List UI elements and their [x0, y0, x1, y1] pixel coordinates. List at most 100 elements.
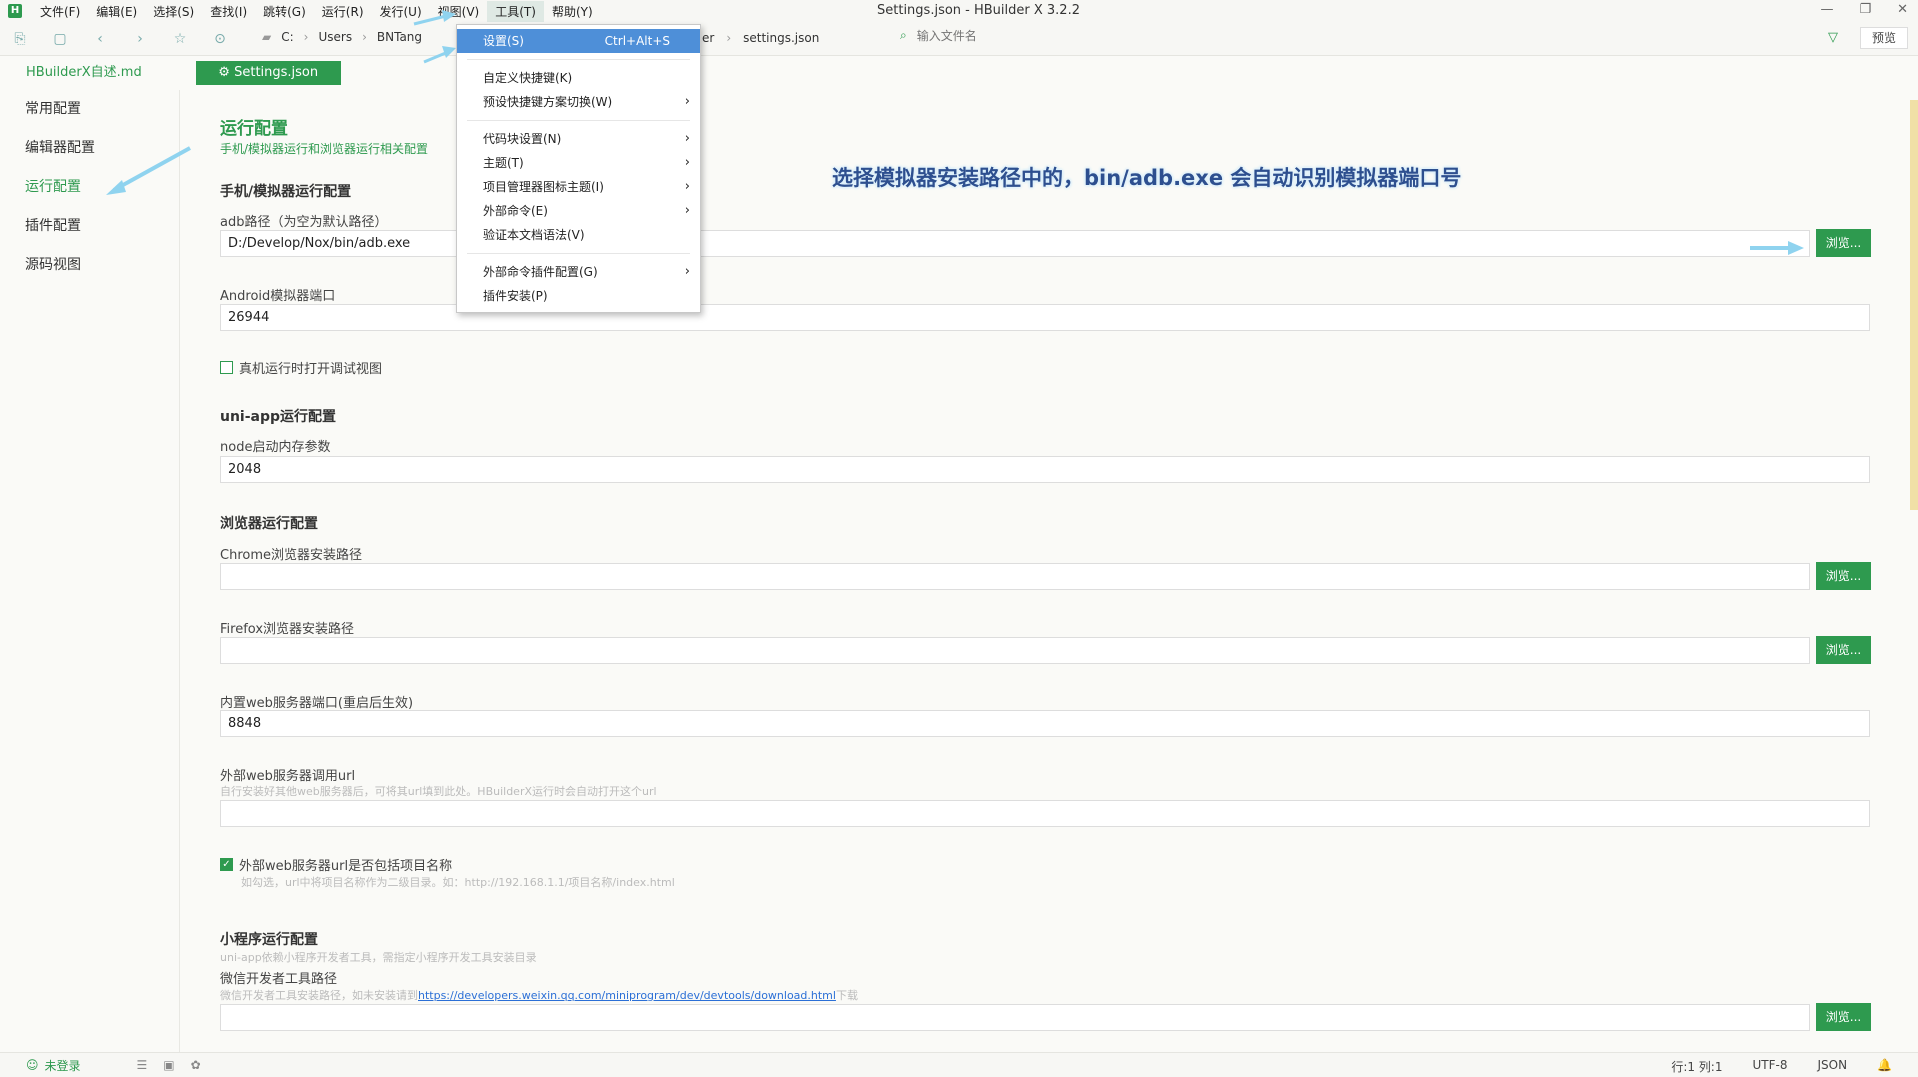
chevron-right-icon: › — [303, 30, 309, 44]
menu-item-snippets[interactable]: 代码块设置(N) › — [457, 127, 700, 151]
menu-item-label: 预设快捷键方案切换(W) — [483, 95, 613, 109]
menu-item-icon-theme[interactable]: 项目管理器图标主题(I) › — [457, 175, 700, 199]
section-browser: 浏览器运行配置 — [220, 516, 318, 532]
chevron-right-icon: › — [684, 179, 690, 194]
menu-item-install-plugins[interactable]: 插件安装(P) — [457, 284, 700, 308]
gear-icon: ⚙ — [218, 65, 235, 80]
window-controls: — ❐ ✕ — [1820, 2, 1908, 17]
firefox-path-input[interactable] — [220, 637, 1810, 664]
list-icon[interactable]: ☰ — [137, 1058, 148, 1072]
wechat-download-link[interactable]: https://developers.weixin.qq.com/minipro… — [418, 989, 836, 1002]
menu-item-external-commands[interactable]: 外部命令(E) › — [457, 199, 700, 223]
breadcrumb-tail: er › settings.json — [702, 31, 819, 45]
file-search-input[interactable] — [916, 28, 1217, 43]
forward-icon[interactable]: › — [130, 29, 150, 49]
preview-button[interactable]: 预览 — [1860, 27, 1908, 49]
breadcrumb-item[interactable]: Users — [318, 30, 352, 44]
menu-separator — [467, 253, 690, 254]
node-mem-input[interactable]: 2048 — [220, 456, 1870, 483]
menu-item-label: 自定义快捷键(K) — [483, 71, 573, 85]
android-port-label: Android模拟器端口 — [220, 289, 336, 304]
filter-icon[interactable]: ▽ — [1828, 30, 1838, 45]
close-icon[interactable]: ✕ — [1897, 2, 1908, 17]
wechat-path-label: 微信开发者工具路径 — [220, 972, 338, 987]
menu-item-label: 插件安装(P) — [483, 289, 548, 303]
menu-run[interactable]: 运行(R) — [314, 1, 372, 22]
terminal-icon[interactable]: ▣ — [163, 1058, 174, 1072]
menu-file[interactable]: 文件(F) — [32, 1, 88, 22]
debug-view-checkbox[interactable] — [220, 361, 233, 374]
menu-arrow-icon — [413, 10, 456, 26]
minimize-icon[interactable]: — — [1820, 2, 1833, 17]
ext-url-input[interactable] — [220, 800, 1870, 827]
star-icon[interactable]: ☆ — [170, 29, 190, 49]
language-mode[interactable]: JSON — [1817, 1058, 1847, 1075]
menu-item-settings[interactable]: 设置(S) Ctrl+Alt+S — [457, 29, 700, 53]
window-title: Settings.json - HBuilder X 3.2.2 — [877, 3, 1080, 18]
hbuilder-logo-icon: H — [8, 4, 22, 18]
sidebar-item-source-view[interactable]: 源码视图 — [0, 246, 179, 285]
new-file-icon[interactable]: ⎘ — [10, 29, 30, 49]
chevron-right-icon: › — [362, 30, 367, 44]
breadcrumb-item[interactable]: er — [702, 31, 714, 45]
menu-item-ext-command-plugins[interactable]: 外部命令插件配置(G) › — [457, 260, 700, 284]
adb-browse-button[interactable]: 浏览... — [1816, 229, 1871, 257]
editor-tabs: HBuilderX自述.md ⚙ Settings.json — [0, 56, 341, 90]
save-icon[interactable]: ▢ — [50, 29, 70, 49]
menu-item-validate-syntax[interactable]: 验证本文档语法(V) — [457, 223, 700, 247]
breadcrumb-item[interactable]: settings.json — [743, 31, 819, 45]
back-icon[interactable]: ‹ — [90, 29, 110, 49]
menu-bar: H 文件(F) 编辑(E) 选择(S) 查找(I) 跳转(G) 运行(R) 发行… — [0, 0, 1918, 22]
run-icon[interactable]: ⊙ — [210, 29, 230, 49]
menu-item-label: 外部命令插件配置(G) — [483, 265, 598, 279]
tab-settings[interactable]: ⚙ Settings.json — [195, 61, 341, 85]
ext-url-include-label: 外部web服务器url是否包括项目名称 — [239, 859, 453, 874]
menu-item-theme[interactable]: 主题(T) › — [457, 151, 700, 175]
cursor-position[interactable]: 行:1 列:1 — [1671, 1058, 1722, 1075]
firefox-browse-button[interactable]: 浏览... — [1816, 636, 1871, 664]
ext-url-include-hint: 如勾选，url中将项目名称作为二级目录。如：http://192.168.1.1… — [241, 876, 675, 889]
web-port-input[interactable]: 8848 — [220, 710, 1870, 737]
plugin-icon[interactable]: ✿ — [191, 1058, 201, 1072]
ext-url-hint: 自行安装好其他web服务器后，可将其url填到此处。HBuilderX运行时会自… — [220, 785, 657, 798]
ext-url-include-checkbox[interactable]: ✓ — [220, 858, 233, 871]
chevron-right-icon: › — [684, 94, 690, 109]
wechat-browse-button[interactable]: 浏览... — [1816, 1003, 1871, 1031]
annotation-text: 选择模拟器安装路径中的，bin/adb.exe 会自动识别模拟器端口号 — [832, 166, 1462, 190]
status-bar: ☺ 未登录 ☰ ▣ ✿ 行:1 列:1 UTF-8 JSON 🔔 — [0, 1052, 1918, 1077]
sidebar-item-plugins[interactable]: 插件配置 — [0, 207, 179, 246]
tab-readme[interactable]: HBuilderX自述.md — [6, 61, 162, 85]
login-label: 未登录 — [44, 1058, 81, 1073]
shortcut-label: Ctrl+Alt+S — [604, 34, 670, 48]
chrome-path-label: Chrome浏览器安装路径 — [220, 548, 362, 563]
login-status[interactable]: ☺ 未登录 — [26, 1057, 81, 1074]
node-mem-label: node启动内存参数 — [220, 440, 331, 455]
notification-bell-icon[interactable]: 🔔 — [1877, 1058, 1892, 1075]
ext-url-label: 外部web服务器调用url — [220, 769, 356, 784]
breadcrumb-item[interactable]: C: — [281, 30, 293, 44]
breadcrumb: ▰ C: › Users › BNTang — [262, 30, 422, 44]
chevron-right-icon: › — [726, 31, 732, 45]
restore-icon[interactable]: ❐ — [1859, 2, 1871, 17]
menu-item-shortcut-scheme[interactable]: 预设快捷键方案切换(W) › — [457, 90, 700, 114]
menu-tools[interactable]: 工具(T) — [487, 0, 544, 22]
wechat-path-input[interactable] — [220, 1004, 1810, 1031]
status-icons: ☰ ▣ ✿ — [137, 1058, 201, 1072]
tab-settings-label: Settings.json — [234, 65, 319, 80]
breadcrumb-item[interactable]: BNTang — [377, 30, 422, 44]
page-subtitle: 手机/模拟器运行和浏览器运行相关配置 — [220, 142, 429, 156]
chevron-right-icon: › — [684, 155, 690, 170]
menu-edit[interactable]: 编辑(E) — [88, 1, 145, 22]
chevron-right-icon: › — [684, 203, 690, 218]
ext-url-include-option: ✓ 外部web服务器url是否包括项目名称 — [220, 855, 452, 874]
menu-find[interactable]: 查找(I) — [202, 1, 255, 22]
chrome-path-input[interactable] — [220, 563, 1810, 590]
menu-help[interactable]: 帮助(Y) — [544, 1, 601, 22]
menu-select[interactable]: 选择(S) — [145, 1, 202, 22]
sidebar-item-common[interactable]: 常用配置 — [0, 90, 179, 129]
menu-goto[interactable]: 跳转(G) — [255, 1, 314, 22]
scrollbar[interactable] — [1910, 100, 1918, 510]
menu-item-custom-shortcuts[interactable]: 自定义快捷键(K) — [457, 66, 700, 90]
encoding-label[interactable]: UTF-8 — [1752, 1058, 1787, 1075]
chrome-browse-button[interactable]: 浏览... — [1816, 562, 1871, 590]
